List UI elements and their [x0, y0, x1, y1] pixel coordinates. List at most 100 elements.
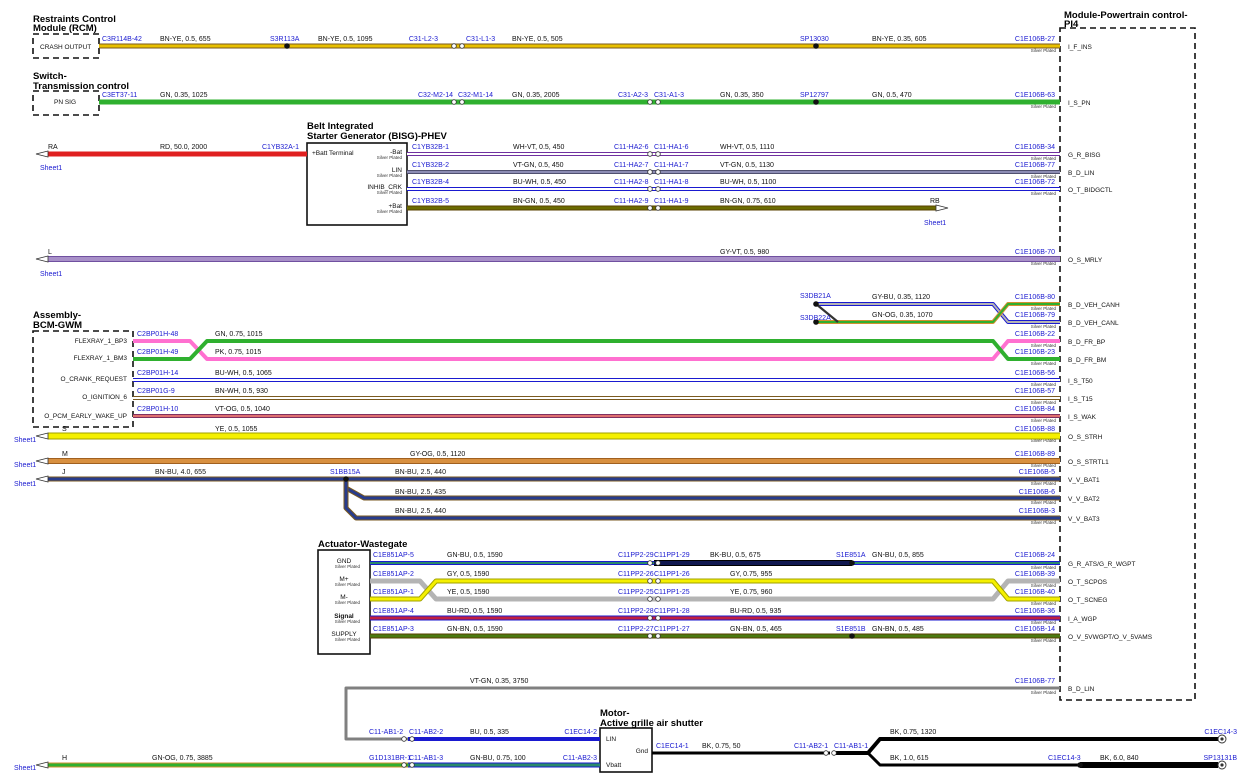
connector-label: C2BP01H-10	[137, 406, 178, 413]
connector-label: C1E106B-24	[1015, 552, 1055, 559]
pcm-pin-label: O_V_5VWGPT/O_V_5VAMS	[1068, 634, 1153, 641]
wire-label: GN, 0.5, 470	[872, 92, 912, 99]
bisg-pin-label: +Batt Terminal	[312, 150, 354, 157]
ags-pin-label: LIN	[606, 736, 616, 743]
wire-label: YE, 0.75, 960	[730, 589, 773, 596]
connector-label: C11PP1-29	[654, 552, 690, 559]
pcm-pin-label: I_S_WAK	[1068, 414, 1097, 421]
wire-bn-bu[interactable]	[344, 479, 1060, 500]
sheet-arrow-icon[interactable]	[35, 150, 49, 158]
plating-label: Silver Plated	[1031, 583, 1057, 588]
sheet-ref-link: Sheet1	[40, 165, 62, 172]
pcm-pin-label: I_A_WGP	[1068, 616, 1097, 623]
connector-label: C31-L2-3	[409, 36, 438, 43]
connector-label: C11-AB2-3	[563, 755, 597, 762]
inline-connector	[647, 615, 653, 621]
sheet-arrow-icon[interactable]	[935, 204, 949, 212]
pcm-pin-label: B_D_VEH_CANL	[1068, 320, 1119, 327]
wastegate-title: Actuator-Wastegate	[318, 539, 407, 550]
connector-label: C1EC14-3	[1204, 729, 1237, 736]
inline-connector	[831, 750, 837, 756]
sheet-ref-link: Sheet1	[14, 462, 36, 469]
splice-label: SP13030	[800, 36, 829, 43]
pcm-pin-label: B_D_VEH_CANH	[1068, 302, 1120, 309]
plating-label: Silver Plated	[335, 582, 361, 587]
sheet-arrow-icon[interactable]	[35, 432, 49, 440]
pcm-pin-label: O_T_BIDGCTL	[1068, 187, 1113, 194]
wire-label: GN-BN, 0.5, 485	[872, 626, 924, 633]
pcm-title: PI4	[1064, 19, 1079, 30]
connector-label: C11PP1-25	[654, 589, 690, 596]
connector-label: C1E106B-72	[1015, 179, 1055, 186]
wire-label: GN-OG, 0.35, 1070	[872, 312, 933, 319]
wire-label: GY, 0.5, 1590	[447, 571, 489, 578]
connector-label: C32-M2-14	[418, 92, 453, 99]
wire-vt-gn[interactable]	[344, 686, 1060, 741]
wire-bk[interactable]	[834, 737, 1218, 755]
plating-label: Silver Plated	[1031, 601, 1057, 606]
connector-label: C1E106B-14	[1015, 626, 1055, 633]
connector-label: C11-AB1-2	[369, 729, 403, 736]
rcm-pin-label: CRASH OUTPUT	[40, 44, 91, 51]
connector-label: C2BP01H-49	[137, 349, 178, 356]
connector-label: C1E106B-39	[1015, 571, 1055, 578]
connector-label: C1E106B-77	[1015, 162, 1055, 169]
wire-label: WH-VT, 0.5, 450	[513, 144, 564, 151]
wire-label: BU-WH, 0.5, 1100	[720, 179, 776, 186]
plating-label: Silver Plated	[1031, 48, 1057, 53]
wire-label: GN-BU, 0.75, 100	[470, 755, 526, 762]
pcm-pin-label: O_S_STRH	[1068, 434, 1103, 441]
connector-label: C11-AB2-1	[794, 743, 828, 750]
connector-label: C1E106B-3	[1019, 508, 1055, 515]
pcm-pin-label: O_T_SCNEG	[1068, 597, 1107, 604]
connector-label: C1E851AP-5	[373, 552, 414, 559]
wire-label: BK, 1.0, 615	[890, 755, 929, 762]
splice-dot	[849, 560, 855, 566]
sheet-arrow-icon[interactable]	[35, 255, 49, 263]
splice-dot	[284, 43, 290, 49]
connector-label: C1E851AP-4	[373, 608, 414, 615]
sheet-code: RB	[930, 198, 940, 205]
wire-label: RD, 50.0, 2000	[160, 144, 207, 151]
rcm-title: Module (RCM)	[33, 23, 97, 34]
wire-label: GN, 0.75, 1015	[215, 331, 263, 338]
inline-connector	[409, 736, 415, 742]
wire-pk[interactable]	[133, 339, 1060, 361]
splice-label: S1E851B	[836, 626, 866, 633]
pcm-pin-label: O_S_MRLY	[1068, 257, 1103, 264]
sheet-arrow-icon[interactable]	[35, 475, 49, 483]
wire-label: GN, 0.35, 1025	[160, 92, 208, 99]
sheet-arrow-icon[interactable]	[35, 457, 49, 465]
connector-label: C1E106B-34	[1015, 144, 1055, 151]
pcm-title: Module-Powertrain control-	[1064, 10, 1188, 21]
connector-label: C1EC14-2	[564, 729, 597, 736]
wire-gn[interactable]	[133, 339, 1060, 361]
connector-label: C31-A2-3	[618, 92, 648, 99]
inline-connector	[401, 762, 407, 768]
pcm-pin-label: I_S_T15	[1068, 396, 1093, 403]
connector-label: C11PP2-26	[618, 571, 654, 578]
splice-label: SP12797	[800, 92, 829, 99]
plating-label: Silver Plated	[1031, 382, 1057, 387]
connector-label: C31-L1-3	[466, 36, 495, 43]
sheet-code: L	[48, 249, 52, 256]
connector-label: C3R114B-42	[102, 36, 142, 43]
connector-label: C2BP01G-9	[137, 388, 175, 395]
ags-pin-label: Gnd	[636, 748, 649, 755]
wire-label: BU-RD, 0.5, 1590	[447, 608, 502, 615]
inline-connector	[655, 615, 661, 621]
sheet-arrow-icon[interactable]	[35, 761, 49, 769]
wire-label: VT-GN, 0.35, 3750	[470, 678, 528, 685]
wire-label: GN, 0.35, 2005	[512, 92, 560, 99]
inline-connector	[655, 169, 661, 175]
splice-label: S3DB22A	[800, 315, 831, 322]
connector-label: C1YB32B-1	[412, 144, 449, 151]
plating-label: Silver Plated	[335, 600, 361, 605]
tcm-pin-label: PN SIG	[54, 99, 76, 106]
inline-connector	[647, 205, 653, 211]
connector-label: C11-HA2-8	[614, 179, 649, 186]
inline-connector	[655, 633, 661, 639]
pcm-pin-label: O_T_SCPOS	[1068, 579, 1108, 586]
connector-label: C1E106B-80	[1015, 294, 1055, 301]
tcm-title: Transmission control	[33, 81, 129, 92]
